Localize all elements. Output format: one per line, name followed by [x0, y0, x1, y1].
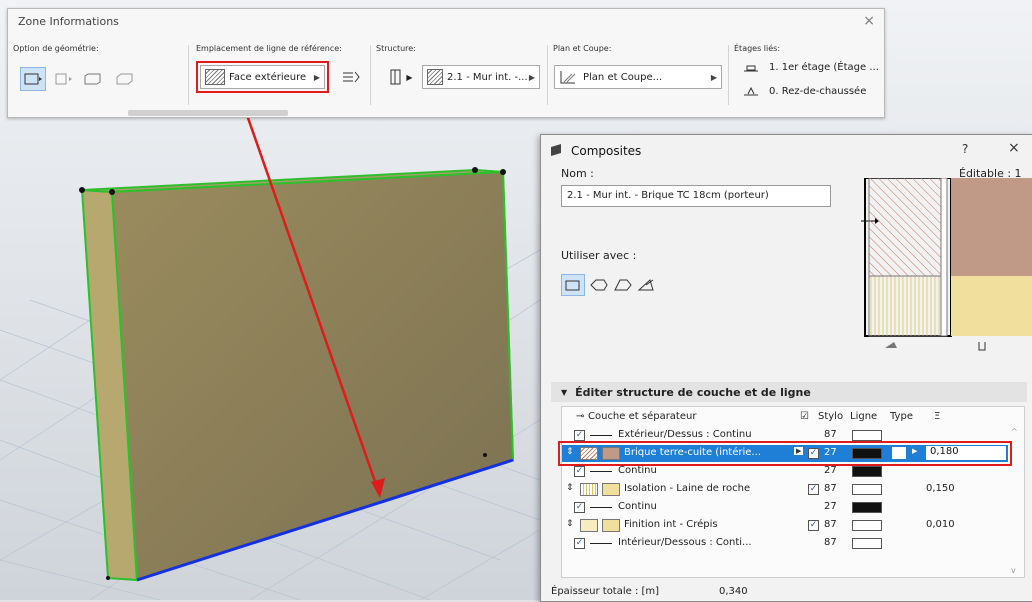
- help-button[interactable]: ?: [962, 142, 968, 156]
- fill-color-swatch[interactable]: [602, 519, 620, 532]
- fill-pattern-swatch[interactable]: [580, 519, 598, 532]
- row-checkbox[interactable]: ✓: [574, 430, 585, 441]
- dialog-title: Composites: [571, 144, 642, 158]
- line-swatch[interactable]: [852, 520, 882, 531]
- table-row[interactable]: ✓ Intérieur/Dessous : Conti... 87: [562, 535, 1006, 552]
- row-checkbox[interactable]: ✓: [574, 538, 585, 549]
- levels-group-label: Étages liés:: [734, 44, 781, 53]
- reference-line-value: Face extérieure: [229, 71, 307, 83]
- close-icon[interactable]: ×: [863, 13, 875, 29]
- bottom-level-icon: [744, 86, 758, 96]
- use-with-beam-button[interactable]: [587, 274, 611, 296]
- use-with-label: Utiliser avec :: [561, 249, 637, 262]
- name-label: Nom :: [561, 167, 594, 180]
- close-button[interactable]: ×: [1008, 140, 1020, 156]
- line-swatch[interactable]: [852, 538, 882, 549]
- table-row-selected[interactable]: ⇕ Brique terre-cuite (intérie... ▶ ✓ 27 …: [558, 441, 1012, 466]
- table-row[interactable]: ✓ Continu 27: [562, 499, 1006, 516]
- bottom-linked-level[interactable]: 0. Rez-de-chaussée: [743, 85, 866, 97]
- composites-dialog: Composites ? × Nom : Éditable : 1 2.1 - …: [540, 134, 1032, 602]
- fill-color-swatch[interactable]: [602, 447, 620, 460]
- geometry-group-label: Option de géométrie:: [13, 44, 99, 53]
- plan-and-section-dropdown[interactable]: Plan et Coupe... ▶: [554, 65, 722, 89]
- top-level-icon: [744, 65, 758, 72]
- line-swatch[interactable]: [852, 502, 882, 513]
- name-field[interactable]: 2.1 - Mur int. - Brique TC 18cm (porteur…: [561, 185, 831, 207]
- column-line: Ligne: [850, 411, 878, 422]
- zone-informations-panel: Zone Informations × Option de géométrie:…: [7, 8, 885, 118]
- structure-group-label: Structure:: [376, 44, 416, 53]
- composites-icon: [551, 144, 561, 156]
- table-scrollbar[interactable]: ^ v: [1011, 427, 1021, 575]
- layer-structure-preview: [861, 178, 1032, 351]
- filter-icon: ⊸: [576, 411, 585, 422]
- total-thickness-label: Épaisseur totale : [m]: [551, 586, 660, 597]
- top-linked-level[interactable]: 1. 1er étage (Étage ...: [743, 61, 879, 73]
- trapezoid-wall-geometry-button[interactable]: [50, 67, 76, 91]
- plan-group-label: Plan et Coupe:: [553, 44, 612, 53]
- thickness-icon: Ξ: [934, 411, 941, 422]
- total-thickness-value: 0,340: [719, 586, 748, 597]
- plan-section-value: Plan et Coupe...: [583, 71, 663, 83]
- fill-pattern-swatch[interactable]: [580, 483, 598, 496]
- use-with-roof-button[interactable]: [635, 274, 659, 296]
- fill-color-swatch[interactable]: [602, 483, 620, 496]
- composite-value: 2.1 - Mur int. -...: [447, 71, 528, 83]
- row-checkbox[interactable]: ✓: [808, 484, 819, 495]
- panel-scrollbar[interactable]: [128, 110, 288, 116]
- plan-section-icon: [560, 71, 576, 84]
- table-row[interactable]: ⇕ Isolation - Laine de roche ✓ 87 0,150: [562, 481, 1006, 498]
- line-swatch[interactable]: [852, 430, 882, 441]
- layer-table: ⊸ Couche et séparateur ☑ Stylo Ligne Typ…: [558, 406, 1025, 578]
- line-swatch[interactable]: [852, 484, 882, 495]
- composite-dropdown[interactable]: 2.1 - Mur int. -... ▶: [422, 65, 540, 89]
- column-pen: Stylo: [818, 411, 844, 422]
- use-with-wall-button[interactable]: [561, 274, 585, 296]
- reference-line-location-dropdown[interactable]: Face extérieure ▶: [196, 61, 329, 93]
- table-row[interactable]: ✓ Continu 27: [562, 463, 1006, 480]
- table-row[interactable]: ✓ Extérieur/Dessus : Continu 87: [562, 427, 1006, 444]
- row-checkbox[interactable]: ✓: [574, 502, 585, 513]
- hatch-icon: [205, 69, 225, 85]
- use-with-slab-button[interactable]: [611, 274, 635, 296]
- structure-type-button[interactable]: ▶: [384, 65, 418, 89]
- slanted-wall-geometry-button[interactable]: [112, 67, 138, 91]
- row-checkbox[interactable]: ✓: [808, 448, 819, 459]
- column-layer: Couche et séparateur: [588, 411, 697, 422]
- row-checkbox[interactable]: ✓: [574, 466, 585, 477]
- polygonal-wall-geometry-button[interactable]: [80, 67, 106, 91]
- flip-reference-line-button[interactable]: [338, 65, 364, 89]
- column-type: Type: [890, 411, 913, 422]
- straight-wall-geometry-button[interactable]: [20, 67, 46, 91]
- fill-pattern-swatch[interactable]: [580, 447, 598, 460]
- column-visibility: ☑: [800, 411, 809, 422]
- line-swatch[interactable]: [852, 448, 882, 459]
- refline-group-label: Emplacement de ligne de référence:: [196, 44, 342, 53]
- edit-layer-structure-section[interactable]: ▼ Éditer structure de couche et de ligne: [551, 382, 1027, 402]
- composite-icon: [427, 69, 443, 85]
- row-checkbox[interactable]: ✓: [808, 520, 819, 531]
- line-swatch[interactable]: [852, 466, 882, 477]
- table-row[interactable]: ⇕ Finition int - Crépis ✓ 87 0,010: [562, 517, 1006, 534]
- panel-title: Zone Informations: [18, 15, 119, 28]
- thickness-field[interactable]: 0,180: [926, 446, 1006, 460]
